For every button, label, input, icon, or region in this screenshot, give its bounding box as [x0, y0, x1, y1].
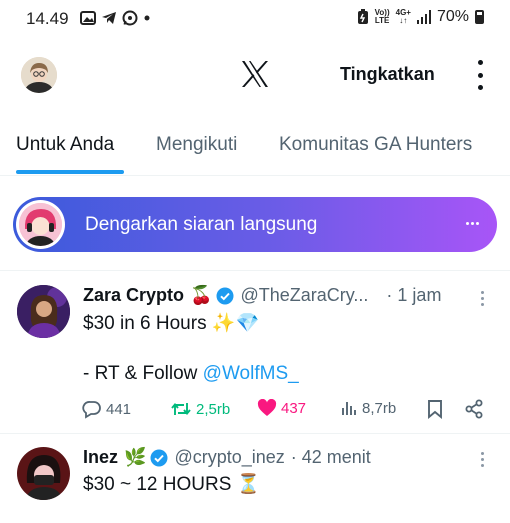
reply-count: 441: [106, 400, 132, 418]
live-host-avatar: [16, 200, 65, 249]
tweet-more-icon[interactable]: [481, 452, 484, 467]
tweet-author-handle[interactable]: @TheZaraCry...: [240, 285, 368, 306]
share-button[interactable]: [464, 399, 484, 419]
signal-icon: [416, 10, 431, 24]
views-count: 8,7rb: [362, 399, 397, 417]
tab-following[interactable]: Mengikuti: [156, 134, 237, 156]
reply-button[interactable]: 441: [82, 399, 131, 419]
tweet-text-line: $30 in 6 Hours ✨💎: [83, 313, 260, 334]
battery-icon: [475, 10, 484, 24]
gallery-icon: [80, 11, 96, 25]
retweet-button[interactable]: 2,5rb: [170, 399, 230, 419]
heart-icon: [257, 399, 277, 416]
telegram-icon: [102, 12, 116, 24]
status-bar: 14.49 Vo)) LTE 4G+ ↓↑ 70%: [0, 0, 510, 40]
reply-icon: [82, 401, 101, 419]
bookmark-icon: [428, 400, 442, 419]
tweet-time: · 42 menit: [290, 447, 371, 467]
tweet-author-name[interactable]: Zara Crypto: [83, 285, 184, 306]
tweet-more-icon[interactable]: [481, 291, 484, 306]
tweet-avatar[interactable]: [17, 447, 70, 500]
live-space-label: Dengarkan siaran langsung: [85, 214, 318, 235]
like-count: 437: [281, 399, 307, 417]
tab-community[interactable]: Komunitas GA Hunters: [279, 134, 472, 156]
mention-link[interactable]: @WolfMS_: [203, 363, 299, 384]
share-icon: [465, 399, 483, 419]
like-button[interactable]: 437: [257, 399, 306, 417]
tab-for-you[interactable]: Untuk Anda: [16, 134, 114, 156]
tweet-time: · 1 jam: [386, 285, 442, 305]
upgrade-button[interactable]: Tingkatkan: [340, 64, 435, 85]
live-more-icon[interactable]: [466, 222, 479, 225]
tweet-header: Inez 🌿 @crypto_inez · 42 menit: [83, 447, 371, 468]
profile-avatar[interactable]: [21, 57, 57, 93]
tweet-actions: 441 2,5rb 437 8,7rb: [82, 399, 492, 423]
retweet-icon: [171, 403, 191, 415]
battery-percent: 70%: [436, 8, 469, 25]
tweet-author-handle[interactable]: @crypto_inez: [174, 447, 284, 468]
app-header: Tingkatkan: [0, 40, 510, 112]
verified-badge-icon: [216, 287, 234, 304]
x-logo-icon[interactable]: [240, 59, 270, 89]
cherry-emoji: 🍒: [190, 285, 213, 305]
tweet-author-name[interactable]: Inez: [83, 447, 118, 468]
verified-badge-icon: [150, 449, 168, 466]
tweet-header: Zara Crypto 🍒 @TheZaraCry... · 1 jam: [83, 285, 441, 306]
tweet-text-line: - RT & Follow @WolfMS_: [83, 363, 299, 384]
notification-icons: [80, 10, 151, 26]
timeline-tabs: Untuk Anda Mengikuti Komunitas GA Hunter…: [0, 112, 510, 176]
system-icons: Vo)) LTE 4G+ ↓↑ 70%: [357, 8, 484, 26]
bookmark-button[interactable]: [427, 399, 443, 419]
more-options-icon[interactable]: [474, 60, 486, 90]
views-button[interactable]: 8,7rb: [340, 399, 396, 417]
dot-icon: [144, 15, 150, 21]
tweet-zara-crypto[interactable]: Zara Crypto 🍒 @TheZaraCry... · 1 jam $30…: [0, 271, 510, 433]
tweet-text-line: $30 ~ 12 HOURS ⏳: [83, 474, 261, 495]
herb-emoji: 🌿: [124, 447, 147, 467]
live-space-banner[interactable]: Dengarkan siaran langsung: [13, 197, 497, 252]
whatsapp-icon: [122, 10, 138, 26]
retweet-count: 2,5rb: [196, 400, 231, 418]
tweet-avatar[interactable]: [17, 285, 70, 338]
volte-indicator: Vo)) LTE: [374, 8, 390, 25]
status-time: 14.49: [26, 9, 69, 28]
network-indicator: 4G+ ↓↑: [395, 8, 411, 25]
tweet-inez[interactable]: Inez 🌿 @crypto_inez · 42 menit $30 ~ 12 …: [0, 434, 510, 523]
battery-saver-icon: [357, 9, 368, 24]
views-icon: [342, 402, 356, 415]
active-tab-indicator: [16, 170, 124, 174]
